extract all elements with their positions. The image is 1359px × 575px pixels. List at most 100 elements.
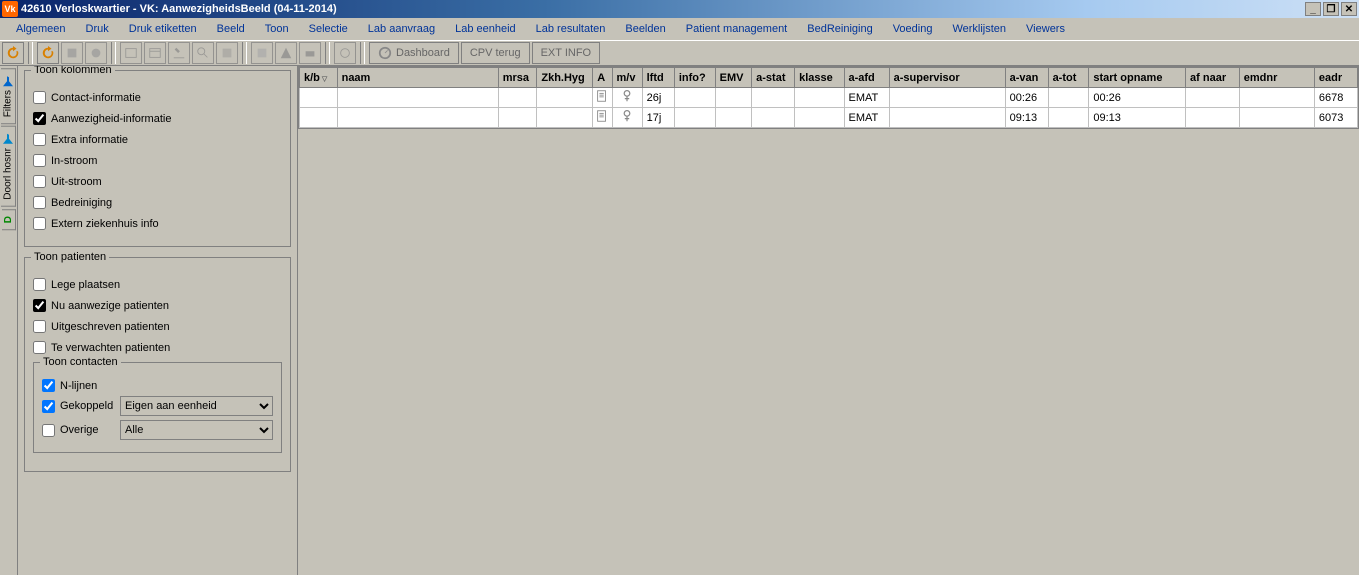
menu-lab-eenheid[interactable]: Lab eenheid <box>447 21 524 37</box>
dashboard-label: Dashboard <box>396 47 450 59</box>
chk-uitgeschreven[interactable]: Uitgeschreven patienten <box>33 320 282 333</box>
col-avan[interactable]: a-van <box>1005 68 1048 88</box>
tool-icon-1[interactable] <box>37 42 59 64</box>
chk-extern-input[interactable] <box>33 217 46 230</box>
menu-lab-aanvraag[interactable]: Lab aanvraag <box>360 21 443 37</box>
col-naam[interactable]: naam <box>337 68 498 88</box>
cell-emv <box>715 108 752 128</box>
chk-extra-input[interactable] <box>33 133 46 146</box>
chk-instroom-input[interactable] <box>33 154 46 167</box>
chk-bedreiniging[interactable]: Bedreiniging <box>33 196 282 209</box>
vtab-filters[interactable]: Filters <box>1 68 16 124</box>
col-lftd[interactable]: lftd <box>642 68 674 88</box>
cell-asupervisor <box>889 108 1005 128</box>
select-overige[interactable]: Alle <box>120 420 273 440</box>
vertical-tabs: Filters Doorl hosnr D <box>0 66 18 575</box>
menu-algemeen[interactable]: Algemeen <box>8 21 74 37</box>
chk-lege-input[interactable] <box>33 278 46 291</box>
chk-nlijnen-input[interactable] <box>42 379 55 392</box>
menu-voeding[interactable]: Voeding <box>885 21 941 37</box>
vtab-d[interactable]: D <box>2 209 16 230</box>
tool-icon-10[interactable] <box>275 42 297 64</box>
chk-te-verwachten[interactable]: Te verwachten patienten <box>33 341 282 354</box>
separator <box>111 42 116 64</box>
menu-beeld[interactable]: Beeld <box>209 21 253 37</box>
chk-aanwezig-input[interactable] <box>33 112 46 125</box>
minimize-button[interactable]: _ <box>1305 2 1321 16</box>
col-astat[interactable]: a-stat <box>752 68 795 88</box>
tool-icon-12[interactable] <box>334 42 356 64</box>
col-emv[interactable]: EMV <box>715 68 752 88</box>
vtab-doorl[interactable]: Doorl hosnr <box>1 126 16 207</box>
sidebar: Toon kolommen Contact-informatie Aanwezi… <box>18 66 298 575</box>
refresh-icon[interactable] <box>2 42 24 64</box>
col-emdnr[interactable]: emdnr <box>1239 68 1314 88</box>
tool-icon-5[interactable] <box>144 42 166 64</box>
col-mrsa[interactable]: mrsa <box>498 68 537 88</box>
tool-icon-9[interactable] <box>251 42 273 64</box>
chk-gekoppeld-input[interactable] <box>42 400 55 413</box>
chk-nu-input[interactable] <box>33 299 46 312</box>
chk-extra-informatie[interactable]: Extra informatie <box>33 133 282 146</box>
cpv-terug-button[interactable]: CPV terug <box>461 42 530 64</box>
row-overige: Overige Alle <box>42 420 273 440</box>
col-asupervisor[interactable]: a-supervisor <box>889 68 1005 88</box>
menu-viewers[interactable]: Viewers <box>1018 21 1073 37</box>
col-atot[interactable]: a-tot <box>1048 68 1089 88</box>
chk-lege-plaatsen[interactable]: Lege plaatsen <box>33 278 282 291</box>
chk-overige-input[interactable] <box>42 424 55 437</box>
col-afnaar[interactable]: af naar <box>1186 68 1240 88</box>
menu-patient-management[interactable]: Patient management <box>678 21 796 37</box>
group-title: Toon patienten <box>31 251 109 263</box>
chk-in-stroom[interactable]: In-stroom <box>33 154 282 167</box>
close-button[interactable]: ✕ <box>1341 2 1357 16</box>
menu-druk-etiketten[interactable]: Druk etiketten <box>121 21 205 37</box>
col-startopname[interactable]: start opname <box>1089 68 1186 88</box>
select-gekoppeld[interactable]: Eigen aan eenheid <box>120 396 273 416</box>
chk-teverwachten-input[interactable] <box>33 341 46 354</box>
chk-uit-stroom[interactable]: Uit-stroom <box>33 175 282 188</box>
table-row[interactable]: 17jEMAT09:1309:136073 <box>300 108 1358 128</box>
col-aafd[interactable]: a-afd <box>844 68 889 88</box>
separator <box>325 42 330 64</box>
chk-nu-aanwezige[interactable]: Nu aanwezige patienten <box>33 299 282 312</box>
group-title: Toon contacten <box>40 356 121 368</box>
tool-icon-4[interactable] <box>120 42 142 64</box>
col-zkhhyg[interactable]: Zkh.Hyg <box>537 68 593 88</box>
chk-uitgeschreven-input[interactable] <box>33 320 46 333</box>
data-grid[interactable]: k/b▽naammrsaZkh.HygAm/vlftdinfo?EMVa-sta… <box>298 66 1359 129</box>
col-kb[interactable]: k/b▽ <box>300 68 338 88</box>
cell-aafd: EMAT <box>844 88 889 108</box>
menu-toon[interactable]: Toon <box>257 21 297 37</box>
microscope-icon[interactable] <box>168 42 190 64</box>
chk-extern-ziekenhuis[interactable]: Extern ziekenhuis info <box>33 217 282 230</box>
chk-bedrein-input[interactable] <box>33 196 46 209</box>
menubar: AlgemeenDrukDruk etikettenBeeldToonSelec… <box>0 18 1359 40</box>
chk-contact-informatie[interactable]: Contact-informatie <box>33 91 282 104</box>
ext-info-button[interactable]: EXT INFO <box>532 42 601 64</box>
menu-werklijsten[interactable]: Werklijsten <box>944 21 1014 37</box>
menu-bedreiniging[interactable]: BedReiniging <box>799 21 880 37</box>
col-klasse[interactable]: klasse <box>795 68 844 88</box>
menu-beelden[interactable]: Beelden <box>617 21 673 37</box>
menu-lab-resultaten[interactable]: Lab resultaten <box>528 21 614 37</box>
chk-n-lijnen[interactable]: N-lijnen <box>42 379 273 392</box>
table-row[interactable]: 26jEMAT00:2600:266678 <box>300 88 1358 108</box>
tool-icon-2[interactable] <box>61 42 83 64</box>
tool-icon-7[interactable] <box>192 42 214 64</box>
chk-aanwezigheid-informatie[interactable]: Aanwezigheid-informatie <box>33 112 282 125</box>
tool-icon-8[interactable] <box>216 42 238 64</box>
cell-naam <box>337 108 498 128</box>
chk-uitstroom-input[interactable] <box>33 175 46 188</box>
col-eadr[interactable]: eadr <box>1314 68 1357 88</box>
chk-contact-input[interactable] <box>33 91 46 104</box>
dashboard-button[interactable]: Dashboard <box>369 42 459 64</box>
menu-selectie[interactable]: Selectie <box>301 21 356 37</box>
restore-button[interactable]: ❐ <box>1323 2 1339 16</box>
menu-druk[interactable]: Druk <box>78 21 117 37</box>
col-A[interactable]: A <box>593 68 612 88</box>
col-mv[interactable]: m/v <box>612 68 642 88</box>
tool-icon-11[interactable] <box>299 42 321 64</box>
col-info[interactable]: info? <box>674 68 715 88</box>
tool-icon-3[interactable] <box>85 42 107 64</box>
